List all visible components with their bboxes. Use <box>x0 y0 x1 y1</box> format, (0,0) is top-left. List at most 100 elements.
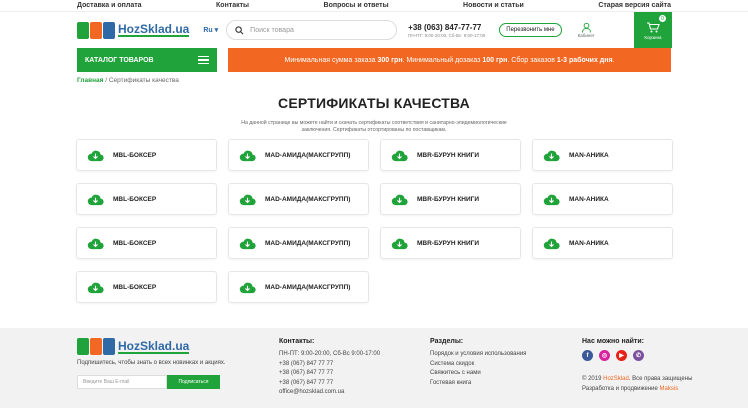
cart-label: Корзина <box>644 34 662 40</box>
certificate-card[interactable]: MAD-АМИДА(МАКСГРУПП) <box>228 227 369 259</box>
cart-icon <box>647 21 660 32</box>
social-links: f ◎ ▶ ✆ <box>582 350 692 361</box>
cloud-download-icon <box>391 194 408 205</box>
site-logo[interactable]: HozSklad.ua <box>77 21 190 39</box>
promo-min-sum: 300 грн <box>377 56 403 64</box>
top-bar: Доставка и оплата Контакты Вопросы и отв… <box>0 0 748 12</box>
certificate-name: MBL-БОКСЕР <box>113 195 157 203</box>
breadcrumb: Главная / Сертификаты качества <box>77 77 748 84</box>
contacts-title: Контакты: <box>279 338 315 345</box>
header: HozSklad.ua Ru ▾ Поиск товара +38 (063) … <box>0 12 748 48</box>
certificate-name: MBR-БУРУН КНИГИ <box>417 239 480 247</box>
certificate-name: MAD-АМИДА(МАКСГРУПП) <box>265 195 351 203</box>
footer-contacts: Контакты: ПН-ПТ: 9:00-20:00, Сб-Вс 9:00-… <box>279 338 380 398</box>
callback-button[interactable]: Перезвонить мне <box>499 23 562 37</box>
developer-link[interactable]: Maksis <box>660 386 679 392</box>
certificate-card[interactable]: MAN-АНИКА <box>532 139 673 171</box>
logo-icon <box>77 21 115 39</box>
certificate-card[interactable]: MAD-АМИДА(МАКСГРУПП) <box>228 271 369 303</box>
cabinet-label: Кабинет <box>577 33 595 38</box>
cloud-download-icon <box>239 238 256 249</box>
certificate-card[interactable]: MBR-БУРУН КНИГИ <box>380 227 521 259</box>
certificates-grid: MBL-БОКСЕР MAD-АМИДА(МАКСГРУПП) MBR-БУРУН … <box>76 139 673 303</box>
cloud-download-icon <box>87 282 104 293</box>
cloud-download-icon <box>87 150 104 161</box>
top-link-delivery[interactable]: Доставка и оплата <box>77 2 142 9</box>
footer-sections: Разделы: Порядок и условия использования… <box>430 338 526 388</box>
youtube-icon[interactable]: ▶ <box>616 350 627 361</box>
certificate-name: MAN-АНИКА <box>569 195 609 203</box>
cloud-download-icon <box>391 150 408 161</box>
contact-phone[interactable]: +38 (067) 847 77 77 <box>279 360 380 370</box>
certificate-card[interactable]: MBR-БУРУН КНИГИ <box>380 183 521 215</box>
language-selector[interactable]: Ru ▾ <box>203 26 218 34</box>
certificate-name: MAD-АМИДА(МАКСГРУПП) <box>265 283 351 291</box>
certificate-name: MAN-АНИКА <box>569 151 609 159</box>
viber-icon[interactable]: ✆ <box>633 350 644 361</box>
page-intro: На данной странице вы можете найти и ска… <box>241 120 507 133</box>
top-link-old-site[interactable]: Старая версия сайта <box>598 2 671 9</box>
certificate-card[interactable]: MAD-АМИДА(МАКСГРУПП) <box>228 183 369 215</box>
cart-button[interactable]: 0 Корзина <box>634 12 672 48</box>
search-icon[interactable] <box>235 25 244 35</box>
footer-link[interactable]: Система скидок <box>430 360 526 370</box>
certificate-card[interactable]: MBL-БОКСЕР <box>76 227 217 259</box>
nav-row: КАТАЛОГ ТОВАРОВ Минимальная сумма заказа… <box>0 48 748 72</box>
promo-banner: Минимальная сумма заказа 300 грн . Миним… <box>228 48 671 72</box>
certificate-card[interactable]: MBR-БУРУН КНИГИ <box>380 139 521 171</box>
catalog-label: КАТАЛОГ ТОВАРОВ <box>85 56 154 64</box>
sections-title: Разделы: <box>430 338 464 345</box>
cloud-download-icon <box>239 282 256 293</box>
top-link-news[interactable]: Новости и статьи <box>463 2 524 9</box>
developer-text: Разработка и продвижение <box>582 385 660 392</box>
subscribe-button[interactable]: Подписаться <box>167 374 220 389</box>
certificate-name: MBR-БУРУН КНИГИ <box>417 151 480 159</box>
certificate-card[interactable]: MAN-АНИКА <box>532 227 673 259</box>
cart-count-badge: 0 <box>659 15 666 22</box>
logo-icon <box>77 338 115 355</box>
certificate-name: MAN-АНИКА <box>569 239 609 247</box>
search-input[interactable]: Поиск товара <box>226 20 398 40</box>
footer-link[interactable]: Порядок и условия использования <box>430 350 526 360</box>
footer-link[interactable]: Гостевая книга <box>430 379 526 389</box>
cabinet-link[interactable]: Кабинет <box>578 22 595 38</box>
contact-phone[interactable]: +38 (067) 847 77 77 <box>279 369 380 379</box>
copyright-a: © 2019 <box>582 376 604 382</box>
copyright-brand[interactable]: HozSklad <box>603 376 629 382</box>
certificate-card[interactable]: MBL-БОКСЕР <box>76 271 217 303</box>
instagram-icon[interactable]: ◎ <box>599 350 610 361</box>
certificate-card[interactable]: MAD-АМИДА(МАКСГРУПП) <box>228 139 369 171</box>
promo-text-g: . <box>612 56 615 64</box>
certificate-card[interactable]: MAN-АНИКА <box>532 183 673 215</box>
logo-text: HozSklad.ua <box>118 22 190 37</box>
contact-phone[interactable]: +38 (067) 847 77 77 <box>279 379 380 389</box>
cloud-download-icon <box>543 238 560 249</box>
certificate-name: MBR-БУРУН КНИГИ <box>417 195 480 203</box>
facebook-icon[interactable]: f <box>582 350 593 361</box>
top-link-faq[interactable]: Вопросы и ответы <box>324 2 389 9</box>
certificate-name: MBL-БОКСЕР <box>113 239 157 247</box>
menu-icon <box>198 55 209 65</box>
certificate-name: MBL-БОКСЕР <box>113 283 157 291</box>
phone-number[interactable]: +38 (063) 847-77-77 <box>408 23 485 32</box>
footer-link[interactable]: Свяжитесь с нами <box>430 369 526 379</box>
footer-subscribe: HozSklad.ua Подпишитесь, чтобы знать о в… <box>77 338 226 389</box>
search-placeholder: Поиск товара <box>250 26 294 34</box>
footer-logo[interactable]: HozSklad.ua <box>77 338 226 355</box>
subscribe-form: Введите Ваш E-mail Подписаться <box>77 374 226 389</box>
promo-text-c: . Минимальный дозаказ <box>402 56 483 64</box>
top-link-contacts[interactable]: Контакты <box>216 2 249 9</box>
promo-text-a: Минимальная сумма заказа <box>284 56 378 64</box>
breadcrumb-home[interactable]: Главная <box>77 77 103 84</box>
phone-block[interactable]: +38 (063) 847-77-77 ПН-ПТ: 9:00-20:00, С… <box>408 23 485 38</box>
certificate-card[interactable]: MBL-БОКСЕР <box>76 139 217 171</box>
cloud-download-icon <box>239 194 256 205</box>
cloud-download-icon <box>543 150 560 161</box>
certificate-card[interactable]: MBL-БОКСЕР <box>76 183 217 215</box>
email-field[interactable]: Введите Ваш E-mail <box>77 374 167 389</box>
catalog-button[interactable]: КАТАЛОГ ТОВАРОВ <box>77 48 217 72</box>
certificate-name: MAD-АМИДА(МАКСГРУПП) <box>265 239 351 247</box>
footer-logo-text: HozSklad.ua <box>118 338 190 354</box>
contact-email[interactable]: office@hozsklad.com.ua <box>279 388 380 398</box>
footer-social: Нас можно найти: f ◎ ▶ ✆ © 2019 HozSklad… <box>582 338 692 394</box>
